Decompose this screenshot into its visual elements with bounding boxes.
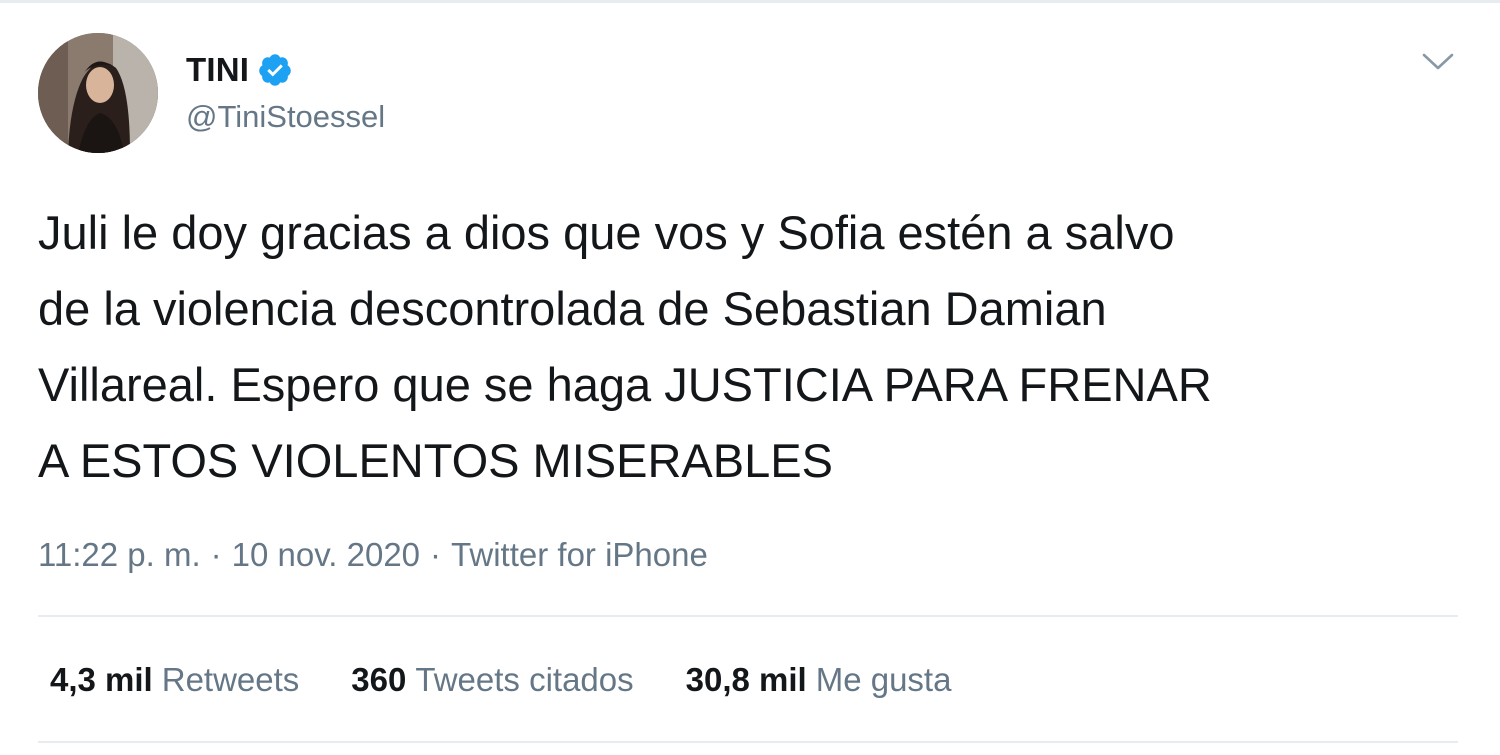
tweet-time[interactable]: 11:22 p. m. [38,536,201,574]
tweet-menu-button[interactable] [1418,47,1458,77]
quote-tweets-count: 360 [351,661,407,698]
tweet-source-link[interactable]: Twitter for iPhone [451,536,708,574]
likes-count: 30,8 mil [685,661,807,698]
divider [38,741,1458,743]
author-display-name[interactable]: TINI [186,51,249,89]
tweet-card: TINI @TiniStoessel Juli le doy gracias a… [0,0,1500,755]
likes-stat[interactable]: 30,8 mil Me gusta [686,661,952,699]
quote-tweets-stat[interactable]: 360 Tweets citados [351,661,633,699]
author-name-row: TINI [186,49,293,91]
retweets-stat[interactable]: 4,3 mil Retweets [50,661,299,699]
tweet-date[interactable]: 10 nov. 2020 [232,536,420,574]
tweet-metadata: 11:22 p. m. · 10 nov. 2020 · Twitter for… [38,533,708,577]
quote-tweets-label: Tweets citados [415,661,634,698]
verified-badge-icon [257,52,293,88]
avatar[interactable] [38,33,158,153]
author-handle[interactable]: @TiniStoessel [186,99,385,135]
meta-separator: · [430,536,442,573]
retweets-count: 4,3 mil [50,661,153,698]
chevron-down-icon [1422,53,1454,70]
retweets-label: Retweets [161,661,300,698]
avatar-image [38,33,158,153]
tweet-text: Juli le doy gracias a dios que vos y Sof… [38,206,1212,487]
meta-separator: · [210,536,222,573]
divider [38,615,1458,617]
likes-label: Me gusta [815,661,952,698]
tweet-stats: 4,3 mil Retweets 360 Tweets citados 30,8… [50,657,1003,703]
